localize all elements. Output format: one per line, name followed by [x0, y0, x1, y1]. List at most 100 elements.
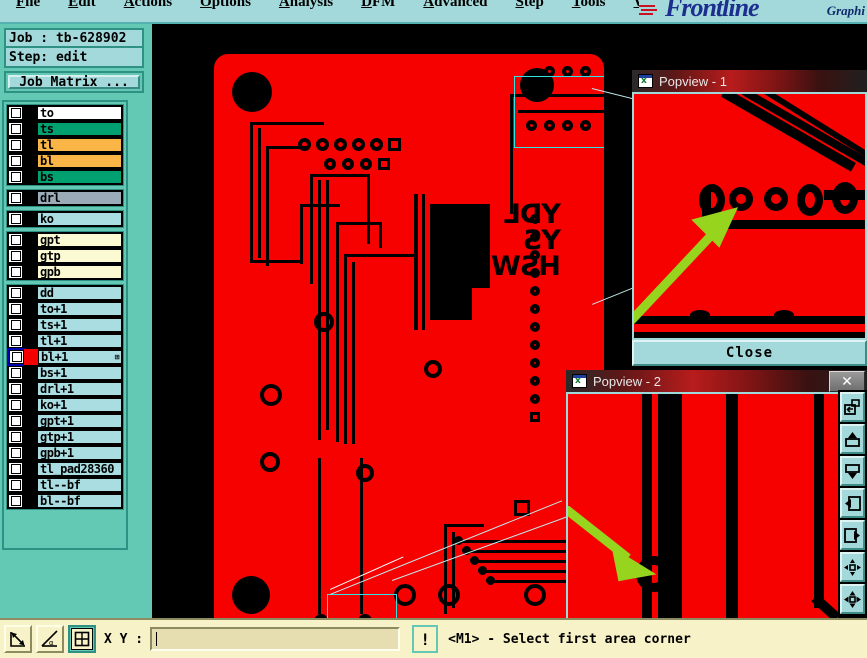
pan-all-icon-button[interactable] — [840, 584, 865, 614]
layer-color-swatch[interactable] — [23, 190, 37, 206]
layer-name[interactable]: to — [37, 106, 122, 120]
menu-item-dfm[interactable]: DFM — [347, 0, 409, 11]
layer-name[interactable]: bl--bf — [37, 494, 122, 508]
layer-color-swatch[interactable] — [23, 365, 37, 381]
layer-color-swatch[interactable] — [23, 413, 37, 429]
layer-name[interactable]: drl+1 — [37, 382, 122, 396]
xy-input[interactable] — [150, 627, 400, 651]
job-matrix-button[interactable]: Job Matrix ... — [8, 75, 140, 89]
layer-visibility-checkbox[interactable] — [8, 478, 23, 492]
layer-color-swatch[interactable] — [23, 477, 37, 493]
layer-name[interactable]: ts — [37, 122, 122, 136]
layer-name[interactable]: bl — [37, 154, 122, 168]
layer-row[interactable]: gpt+1 — [7, 413, 123, 429]
selection-rect[interactable] — [327, 594, 397, 620]
layer-visibility-checkbox[interactable] — [8, 414, 23, 428]
layer-name[interactable]: to+1 — [37, 302, 122, 316]
layer-visibility-checkbox[interactable] — [8, 191, 23, 205]
layer-row[interactable]: gtp+1 — [7, 429, 123, 445]
layer-row[interactable]: to — [7, 105, 123, 121]
layer-visibility-checkbox[interactable] — [8, 302, 23, 316]
layer-color-swatch[interactable] — [23, 169, 37, 185]
popview-2-titlebar[interactable]: Popview - 2 ✕ — [566, 370, 867, 392]
popview-window-1[interactable]: Popview - 1 Close — [632, 70, 867, 370]
layer-name[interactable]: ts+1 — [37, 318, 122, 332]
layer-name[interactable]: ko+1 — [37, 398, 122, 412]
layer-row[interactable]: bl--bf — [7, 493, 123, 509]
layer-row[interactable]: ko+1 — [7, 397, 123, 413]
zoom-fit-icon-button[interactable] — [840, 552, 865, 582]
popview-1-titlebar[interactable]: Popview - 1 — [632, 70, 867, 92]
layer-row[interactable]: drl+1 — [7, 381, 123, 397]
layer-row[interactable]: gpb+1 — [7, 445, 123, 461]
layer-row[interactable]: to+1 — [7, 301, 123, 317]
layer-row[interactable]: gpt — [7, 232, 123, 248]
layer-visibility-checkbox[interactable] — [8, 265, 23, 279]
layer-name[interactable]: dd — [37, 286, 122, 300]
layer-color-swatch[interactable] — [23, 493, 37, 509]
layer-row[interactable]: ts — [7, 121, 123, 137]
layer-color-swatch[interactable] — [23, 317, 37, 333]
layer-color-swatch[interactable] — [23, 153, 37, 169]
layer-visibility-checkbox[interactable] — [8, 318, 23, 332]
layer-visibility-checkbox[interactable] — [8, 430, 23, 444]
layer-row[interactable]: ts+1 — [7, 317, 123, 333]
layer-visibility-checkbox[interactable] — [8, 462, 23, 476]
layer-visibility-checkbox[interactable] — [8, 494, 23, 508]
warning-icon-button[interactable]: ! — [412, 625, 438, 653]
menu-item-edit[interactable]: Edit — [54, 0, 110, 11]
layer-color-swatch[interactable] — [23, 121, 37, 137]
layer-name[interactable]: tl--bf — [37, 478, 122, 492]
layer-row[interactable]: tl — [7, 137, 123, 153]
layer-name[interactable]: gtp+1 — [37, 430, 122, 444]
popview-2-body[interactable] — [566, 392, 867, 630]
layer-name[interactable]: bs — [37, 170, 122, 184]
menu-item-actions[interactable]: Actions — [110, 0, 186, 11]
layer-visibility-checkbox[interactable] — [8, 249, 23, 263]
layer-row[interactable]: gpb — [7, 264, 123, 280]
layer-row[interactable]: bl — [7, 153, 123, 169]
layer-name[interactable]: ko — [37, 212, 122, 226]
layer-row[interactable]: bl+1⊞ — [7, 349, 123, 365]
menu-item-analysis[interactable]: Analysis — [265, 0, 347, 11]
layer-visibility-checkbox[interactable] — [8, 286, 23, 300]
layer-color-swatch[interactable] — [23, 301, 37, 317]
layer-visibility-checkbox[interactable] — [9, 350, 24, 364]
layer-row[interactable]: dd — [7, 285, 123, 301]
layer-row[interactable]: drl — [7, 190, 123, 206]
layer-visibility-checkbox[interactable] — [8, 334, 23, 348]
menu-item-tools[interactable]: Tools — [558, 0, 620, 11]
popview-2-close-x-button[interactable]: ✕ — [829, 371, 865, 392]
layer-visibility-checkbox[interactable] — [8, 154, 23, 168]
layer-visibility-checkbox[interactable] — [8, 138, 23, 152]
popview-1-close-button[interactable]: Close — [632, 340, 867, 366]
layer-color-swatch[interactable] — [23, 285, 37, 301]
layer-row[interactable]: gtp — [7, 248, 123, 264]
measure-distance-icon-button[interactable] — [4, 625, 32, 653]
layer-visibility-checkbox[interactable] — [8, 382, 23, 396]
layer-color-swatch[interactable] — [23, 248, 37, 264]
layer-visibility-checkbox[interactable] — [8, 366, 23, 380]
layer-row[interactable]: bs — [7, 169, 123, 185]
layer-name[interactable]: gtp — [37, 249, 122, 263]
layer-name[interactable]: gpb+1 — [37, 446, 122, 460]
layer-name[interactable]: gpb — [37, 265, 122, 279]
layer-color-swatch[interactable] — [24, 349, 38, 365]
popview-window-2[interactable]: Popview - 2 ✕ Close — [566, 370, 867, 658]
layer-color-swatch[interactable] — [23, 232, 37, 248]
zoom-out-icon-button[interactable] — [840, 424, 865, 454]
layer-visibility-checkbox[interactable] — [8, 122, 23, 136]
layer-visibility-checkbox[interactable] — [8, 212, 23, 226]
layer-color-swatch[interactable] — [23, 105, 37, 121]
previous-view-icon-button[interactable] — [840, 392, 865, 422]
layer-name[interactable]: bs+1 — [37, 366, 122, 380]
layer-color-swatch[interactable] — [23, 445, 37, 461]
pcb-board[interactable]: YDLYSHSW — [214, 54, 604, 620]
pan-right-icon-button[interactable] — [840, 520, 865, 550]
layer-color-swatch[interactable] — [23, 429, 37, 445]
layer-visibility-checkbox[interactable] — [8, 398, 23, 412]
layer-row[interactable]: bs+1 — [7, 365, 123, 381]
layer-name[interactable]: tl_pad28360 — [37, 462, 122, 476]
selection-rect[interactable] — [514, 76, 604, 148]
layer-row[interactable]: ko — [7, 211, 123, 227]
